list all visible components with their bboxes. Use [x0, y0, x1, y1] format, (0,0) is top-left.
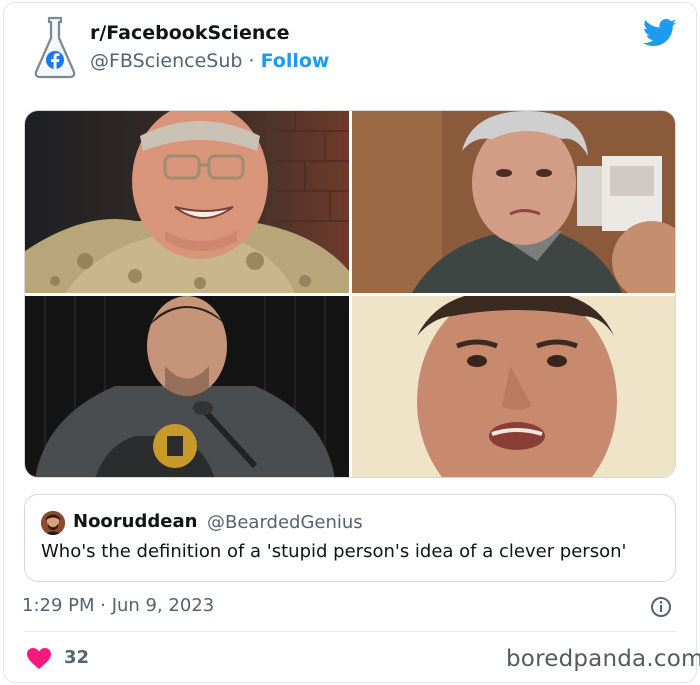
quoted-author-name: Nooruddean: [73, 511, 198, 532]
author-meta: @FBScienceSub · Follow: [90, 50, 330, 72]
twitter-bird-icon[interactable]: [642, 18, 677, 48]
photo-man-at-microphone[interactable]: [25, 296, 349, 477]
quoted-tweet-text: Who's the definition of a 'stupid person…: [41, 541, 627, 562]
media-grid[interactable]: [24, 110, 676, 478]
flask-facebook-icon[interactable]: [32, 14, 78, 80]
quoted-tweet[interactable]: Nooruddean @BeardedGenius Who's the defi…: [24, 494, 676, 582]
like-count[interactable]: 32: [64, 647, 89, 668]
author-handle[interactable]: @FBScienceSub: [90, 50, 242, 72]
author-name[interactable]: r/FacebookScience: [90, 22, 290, 44]
watermark: boredpanda.com: [506, 646, 700, 672]
info-icon[interactable]: [650, 596, 672, 618]
divider: [24, 631, 676, 632]
photo-older-man-glasses[interactable]: [25, 111, 349, 293]
photo-gray-haired-man[interactable]: [352, 111, 675, 293]
photo-man-close-up[interactable]: [352, 296, 675, 477]
separator-dot: ·: [248, 50, 255, 72]
quoted-author-handle: @BeardedGenius: [207, 512, 363, 533]
tweet-timestamp[interactable]: 1:29 PM · Jun 9, 2023: [22, 595, 214, 616]
quoted-author-avatar[interactable]: [41, 511, 65, 535]
follow-button[interactable]: Follow: [261, 50, 330, 72]
heart-icon[interactable]: [26, 647, 52, 670]
